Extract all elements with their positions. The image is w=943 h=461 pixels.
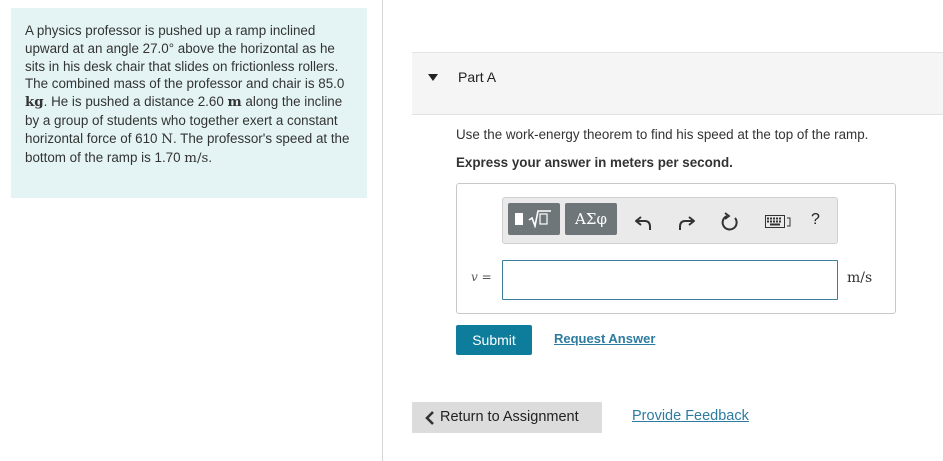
problem-statement: A physics professor is pushed up a ramp … — [11, 8, 367, 198]
radical-icon — [528, 210, 551, 228]
answer-unit: m/s — [847, 270, 873, 286]
mass-unit: kg — [25, 94, 44, 111]
math-toolbar: ΑΣφ ? — [502, 197, 838, 244]
problem-text: . He is pushed a distance 2.60 — [43, 94, 228, 110]
answer-area: ΑΣφ ? v = m/s — [456, 183, 896, 314]
part-a-header[interactable]: Part A — [412, 52, 943, 115]
chevron-left-icon — [425, 411, 434, 425]
return-to-assignment-button[interactable]: Return to Assignment — [412, 402, 602, 433]
keyboard-icon[interactable] — [765, 215, 791, 229]
equals-sign: = — [477, 270, 492, 284]
question-instruction: Use the work-energy theorem to find his … — [456, 127, 869, 142]
help-icon[interactable]: ? — [811, 211, 820, 229]
templates-icon — [515, 213, 523, 225]
return-label: Return to Assignment — [440, 409, 579, 425]
answer-format-instruction: Express your answer in meters per second… — [456, 155, 733, 170]
request-answer-link[interactable]: Request Answer — [554, 331, 655, 346]
part-title: Part A — [458, 69, 497, 85]
problem-text: . — [208, 149, 213, 165]
collapse-caret-icon[interactable] — [428, 74, 438, 81]
provide-feedback-link[interactable]: Provide Feedback — [632, 408, 749, 424]
left-column: A physics professor is pushed up a ramp … — [0, 0, 383, 461]
variable-name: v — [471, 270, 478, 284]
answer-input[interactable] — [502, 260, 838, 300]
answer-variable-label: v = — [471, 270, 492, 284]
symbols-button[interactable]: ΑΣφ — [565, 203, 617, 235]
reset-icon[interactable] — [719, 211, 741, 233]
redo-icon[interactable] — [675, 211, 697, 233]
submit-button[interactable]: Submit — [456, 325, 532, 355]
force-unit: N — [161, 131, 173, 147]
templates-button[interactable] — [508, 203, 560, 235]
distance-unit: m — [227, 94, 242, 111]
undo-icon[interactable] — [633, 211, 655, 233]
speed-unit: m/s — [184, 150, 209, 166]
